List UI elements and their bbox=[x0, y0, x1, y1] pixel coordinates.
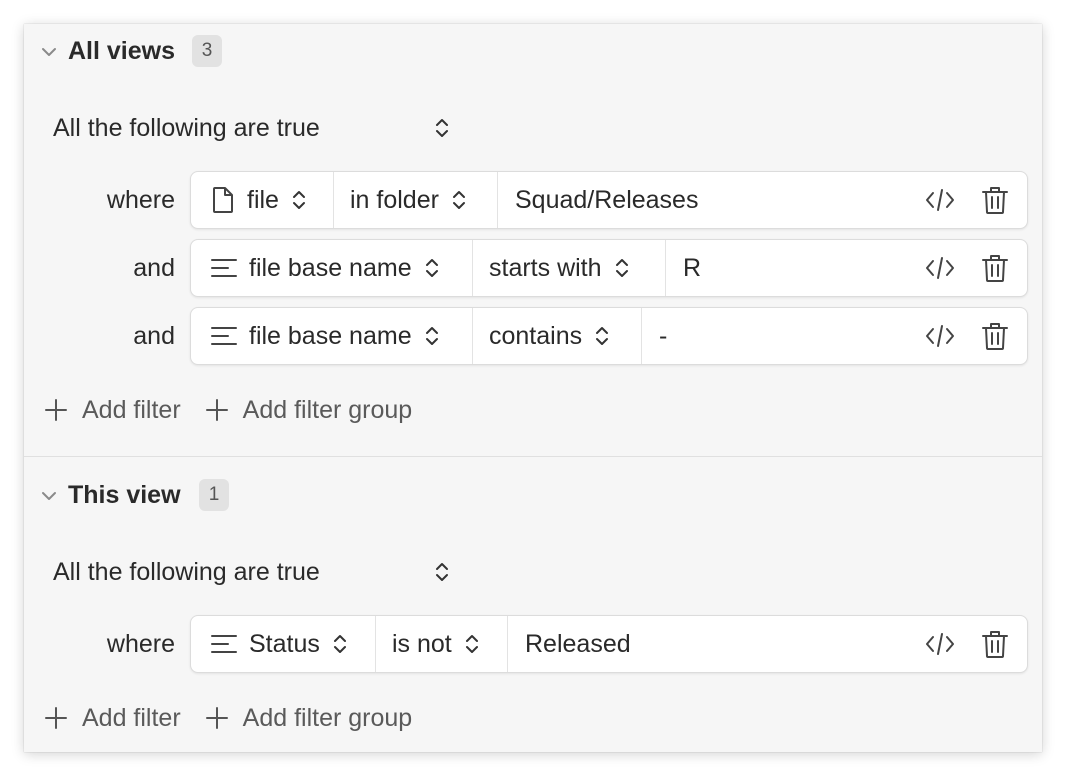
operator-select[interactable]: in folder bbox=[350, 172, 467, 228]
divider bbox=[333, 172, 334, 228]
operator-label: starts with bbox=[489, 253, 602, 282]
divider bbox=[641, 308, 642, 364]
property-label: Status bbox=[249, 629, 320, 658]
text-lines-icon bbox=[211, 259, 237, 277]
filter-row: file base name contains - bbox=[190, 307, 1028, 365]
add-filter-group-label: Add filter group bbox=[242, 395, 413, 424]
up-down-chevron-icon bbox=[436, 563, 448, 581]
operator-label: contains bbox=[489, 321, 583, 350]
value-text: - bbox=[659, 321, 668, 350]
chevron-down-icon[interactable] bbox=[40, 487, 58, 505]
trash-icon[interactable] bbox=[981, 629, 1009, 659]
up-down-chevron-icon bbox=[425, 327, 438, 345]
chevron-down-icon[interactable] bbox=[40, 43, 58, 61]
filter-row-label: and bbox=[133, 254, 175, 282]
value-text: Released bbox=[525, 629, 631, 658]
conjunction-label: All the following are true bbox=[53, 557, 320, 586]
add-filter-button[interactable]: Add filter bbox=[44, 704, 181, 733]
filter-count-badge: 1 bbox=[199, 479, 229, 511]
value-input[interactable]: Released bbox=[525, 616, 905, 672]
operator-select[interactable]: is not bbox=[392, 616, 480, 672]
add-filter-label: Add filter bbox=[82, 395, 181, 424]
value-text: Squad/Releases bbox=[515, 185, 699, 214]
filter-row: file in folder Squad/Releases bbox=[190, 171, 1028, 229]
code-icon[interactable] bbox=[924, 631, 956, 657]
value-input[interactable]: R bbox=[683, 240, 903, 296]
add-filter-bar: Add filter Add filter group bbox=[44, 392, 436, 428]
code-icon[interactable] bbox=[924, 187, 956, 213]
add-filter-group-button[interactable]: Add filter group bbox=[205, 703, 413, 733]
operator-label: is not bbox=[392, 629, 452, 658]
add-filter-group-button[interactable]: Add filter group bbox=[205, 395, 413, 425]
conjunction-select[interactable]: All the following are true bbox=[53, 108, 448, 148]
text-lines-icon bbox=[211, 635, 237, 653]
divider bbox=[507, 616, 508, 672]
divider bbox=[497, 172, 498, 228]
operator-select[interactable]: contains bbox=[489, 308, 610, 364]
up-down-chevron-icon bbox=[333, 635, 346, 653]
conjunction-select[interactable]: All the following are true bbox=[53, 552, 448, 592]
all-views-header[interactable]: All views 3 bbox=[24, 32, 324, 72]
operator-label: in folder bbox=[350, 185, 439, 214]
filter-row: Status is not Released bbox=[190, 615, 1028, 673]
this-view-header[interactable]: This view 1 bbox=[24, 476, 324, 516]
divider bbox=[472, 308, 473, 364]
file-icon bbox=[213, 187, 233, 213]
property-label: file bbox=[247, 185, 279, 214]
plus-icon bbox=[45, 399, 67, 421]
up-down-chevron-icon bbox=[292, 191, 305, 209]
divider bbox=[472, 240, 473, 296]
up-down-chevron-icon bbox=[452, 191, 465, 209]
divider bbox=[375, 616, 376, 672]
filter-row-label: where bbox=[106, 630, 175, 658]
text-lines-icon bbox=[211, 327, 237, 345]
filter-count-badge: 3 bbox=[192, 35, 222, 67]
trash-icon[interactable] bbox=[981, 253, 1009, 283]
value-input[interactable]: Squad/Releases bbox=[515, 172, 895, 228]
up-down-chevron-icon bbox=[425, 259, 438, 277]
up-down-chevron-icon bbox=[436, 119, 448, 137]
divider bbox=[665, 240, 666, 296]
filter-panel: All views 3 All the following are true w… bbox=[24, 24, 1042, 752]
section-title: All views bbox=[68, 37, 175, 65]
value-text: R bbox=[683, 253, 702, 282]
trash-icon[interactable] bbox=[981, 185, 1009, 215]
up-down-chevron-icon bbox=[465, 635, 478, 653]
property-select[interactable]: Status bbox=[211, 616, 348, 672]
property-select[interactable]: file base name bbox=[211, 308, 440, 364]
add-filter-group-label: Add filter group bbox=[242, 703, 413, 732]
code-icon[interactable] bbox=[924, 323, 956, 349]
up-down-chevron-icon bbox=[615, 259, 628, 277]
plus-icon bbox=[205, 707, 228, 729]
conjunction-label: All the following are true bbox=[53, 113, 320, 142]
up-down-chevron-icon bbox=[596, 327, 609, 345]
add-filter-label: Add filter bbox=[82, 703, 181, 732]
property-select[interactable]: file bbox=[211, 172, 307, 228]
section-title: This view bbox=[68, 481, 181, 509]
operator-select[interactable]: starts with bbox=[489, 240, 630, 296]
filter-row-label: where bbox=[106, 186, 175, 214]
value-input[interactable]: - bbox=[659, 308, 899, 364]
code-icon[interactable] bbox=[924, 255, 956, 281]
filter-row: file base name starts with R bbox=[190, 239, 1028, 297]
property-select[interactable]: file base name bbox=[211, 240, 440, 296]
property-label: file base name bbox=[249, 321, 412, 350]
section-divider bbox=[24, 456, 1042, 457]
add-filter-button[interactable]: Add filter bbox=[44, 396, 181, 425]
plus-icon bbox=[45, 707, 67, 729]
plus-icon bbox=[205, 399, 228, 421]
add-filter-bar: Add filter Add filter group bbox=[44, 700, 436, 736]
trash-icon[interactable] bbox=[981, 321, 1009, 351]
filter-row-label: and bbox=[133, 322, 175, 350]
property-label: file base name bbox=[249, 253, 412, 282]
